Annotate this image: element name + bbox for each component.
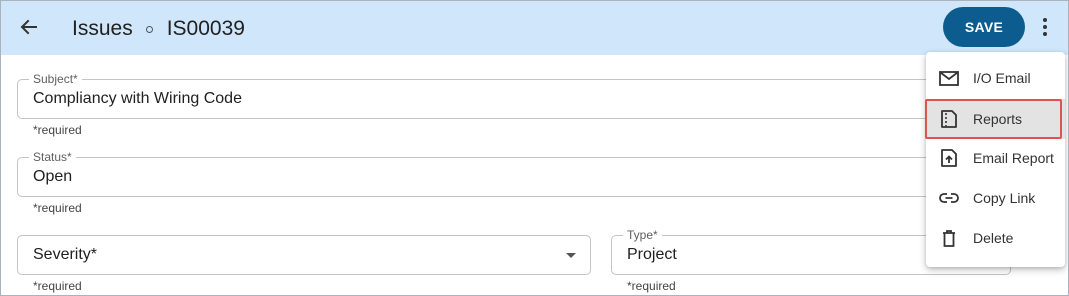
subject-field[interactable]: Subject* Compliancy with Wiring Code — [17, 72, 1017, 119]
menu-item-label: Email Report — [973, 150, 1054, 166]
status-value: Open — [33, 168, 73, 185]
type-label: Type* — [623, 228, 662, 242]
menu-item-label: Delete — [973, 230, 1014, 246]
menu-item-label: Reports — [973, 111, 1023, 127]
record-id: IS00039 — [166, 17, 245, 40]
link-icon — [938, 187, 960, 209]
status-label: Status* — [29, 150, 76, 164]
upload-file-icon — [938, 147, 960, 169]
menu-item-delete[interactable]: Delete — [926, 218, 1065, 258]
subject-helper: *required — [33, 123, 82, 137]
status-field[interactable]: Status* Open — [17, 150, 1017, 197]
page-title: Issues IS00039 — [72, 17, 245, 41]
dropdown-arrow-icon — [566, 253, 576, 258]
app-window: Issues IS00039 SAVE Subject* Compliancy … — [0, 0, 1069, 296]
menu-item-reports[interactable]: Reports — [926, 99, 1065, 139]
subject-value: Compliancy with Wiring Code — [33, 90, 242, 107]
more-vert-icon[interactable] — [1031, 11, 1059, 43]
severity-helper: *required — [33, 279, 82, 293]
arrow-left-icon — [20, 19, 37, 35]
section-name: Issues — [72, 17, 133, 40]
menu-item-email-report[interactable]: Email Report — [926, 138, 1065, 178]
mail-icon — [938, 67, 960, 89]
menu-item-io-email[interactable]: I/O Email — [926, 58, 1065, 98]
severity-select[interactable]: Severity* — [17, 235, 591, 275]
type-helper: *required — [627, 279, 676, 293]
title-separator — [145, 25, 153, 33]
menu-item-label: I/O Email — [973, 70, 1031, 86]
report-icon — [938, 108, 960, 130]
menu-item-label: Copy Link — [973, 190, 1036, 206]
overflow-menu: I/O Email Reports Email Report Copy Link… — [926, 52, 1065, 267]
trash-icon — [938, 227, 960, 249]
save-button[interactable]: SAVE — [943, 7, 1025, 47]
menu-item-copy-link[interactable]: Copy Link — [926, 178, 1065, 218]
severity-placeholder: Severity* — [33, 246, 98, 263]
status-helper: *required — [33, 201, 82, 215]
header-bar: Issues IS00039 SAVE — [1, 1, 1068, 55]
subject-label: Subject* — [29, 72, 82, 86]
type-value: Project — [627, 246, 677, 263]
back-button[interactable] — [13, 11, 45, 43]
